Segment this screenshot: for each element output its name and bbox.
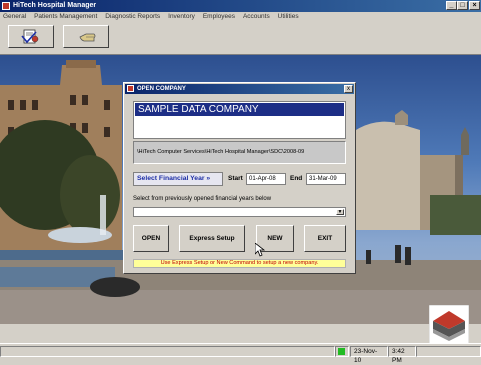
previous-years-select[interactable]: ▼: [133, 207, 346, 217]
start-date-field[interactable]: 01-Apr-08: [246, 173, 286, 185]
company-path: \HiTech Computer Services\HiTech Hospita…: [133, 141, 346, 164]
setup-hint: Use Express Setup or New Command to setu…: [133, 259, 346, 268]
company-name[interactable]: SAMPLE DATA COMPANY: [135, 103, 344, 116]
status-date: 23-Nov-10: [350, 346, 388, 364]
dialog-title: OPEN COMPANY: [137, 86, 186, 92]
dialog-close-button[interactable]: x: [344, 85, 353, 93]
close-button[interactable]: ×: [469, 1, 480, 10]
financial-year-row: Select Financial Year » Start 01-Apr-08 …: [133, 172, 346, 186]
menu-inventory[interactable]: Inventory: [165, 12, 198, 22]
status-indicator: [335, 346, 349, 357]
mouse-cursor-icon: [255, 243, 265, 257]
open-company-dialog: OPEN COMPANY x SAMPLE DATA COMPANY \HiTe…: [123, 82, 356, 274]
status-time: 3:42 PM: [388, 346, 416, 364]
chevron-down-icon[interactable]: ▼: [336, 209, 344, 215]
start-label: Start: [228, 175, 243, 182]
dialog-title-bar: OPEN COMPANY x: [125, 84, 354, 94]
end-label: End: [290, 175, 303, 182]
express-setup-button[interactable]: Express Setup: [179, 225, 245, 252]
window-title: HiTech Hospital Manager: [13, 2, 97, 9]
end-date-field[interactable]: 31-Mar-09: [306, 173, 346, 185]
menu-employees[interactable]: Employees: [200, 12, 238, 22]
menu-utilities[interactable]: Utilities: [275, 12, 302, 22]
title-bar: HiTech Hospital Manager _ □ ×: [0, 0, 481, 12]
dialog-icon: [127, 85, 134, 92]
patient-record-icon: [21, 29, 39, 44]
minimize-button[interactable]: _: [446, 1, 457, 10]
menu-general[interactable]: General: [0, 12, 29, 22]
open-button[interactable]: OPEN: [133, 225, 169, 252]
status-bar: 23-Nov-10 3:42 PM: [0, 343, 481, 364]
hand-pointer-icon: [79, 33, 96, 42]
previous-years-label: Select from previously opened financial …: [133, 196, 272, 202]
status-message: [0, 346, 335, 357]
menu-diagnostic-reports[interactable]: Diagnostic Reports: [102, 12, 163, 22]
menu-accounts[interactable]: Accounts: [240, 12, 273, 22]
financial-year-label: Select Financial Year »: [133, 172, 223, 186]
menu-patients-management[interactable]: Patients Management: [31, 12, 100, 22]
app-icon: [2, 2, 10, 10]
hitech-logo: [429, 305, 469, 345]
exit-button[interactable]: EXIT: [304, 225, 346, 252]
patient-record-button[interactable]: [8, 25, 54, 48]
menu-bar: General Patients Management Diagnostic R…: [0, 12, 481, 22]
status-extra: [416, 346, 481, 357]
hand-pointer-button[interactable]: [63, 25, 109, 48]
maximize-button[interactable]: □: [457, 1, 468, 10]
toolbar: [0, 22, 481, 55]
company-list[interactable]: SAMPLE DATA COMPANY: [133, 101, 346, 139]
